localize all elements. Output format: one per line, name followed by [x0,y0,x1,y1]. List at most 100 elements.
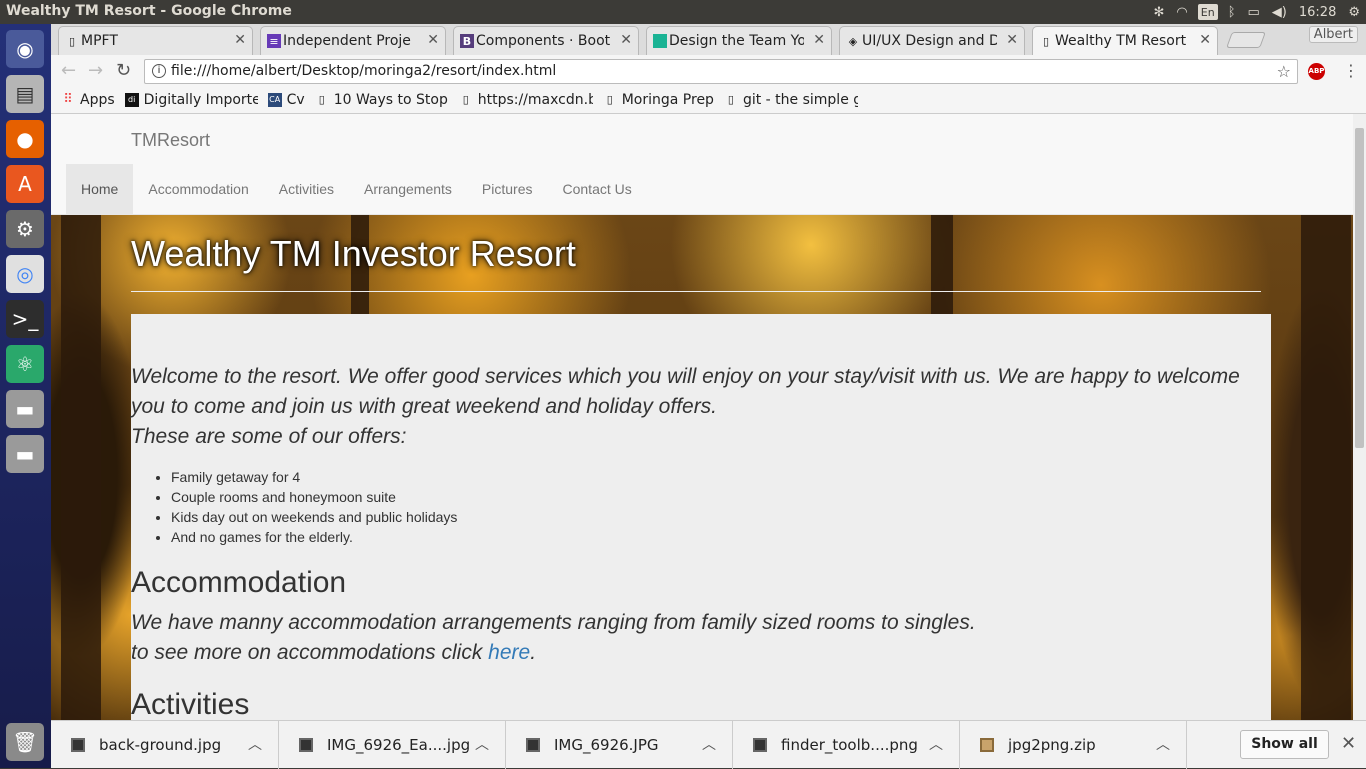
chevron-up-icon[interactable]: ︿ [929,734,943,754]
show-all-button[interactable]: Show all [1240,730,1329,759]
welcome-text: Welcome to the resort. We offer good ser… [131,362,1271,452]
divider [131,291,1261,292]
chevron-up-icon[interactable]: ︿ [1156,734,1170,754]
terminal-icon[interactable]: >_ [6,300,44,338]
bookmark-git-simple-guide[interactable]: ▯ git - the simple gu [724,92,858,108]
tab-label: Design the Team Yo [669,33,804,49]
chevron-up-icon[interactable]: ︿ [702,734,716,754]
bookmark-10-ways[interactable]: ▯ 10 Ways to Stop C [315,92,449,108]
battery-icon[interactable]: ▭ [1242,0,1266,24]
bookmark-label: Moringa Prep [621,92,714,108]
ca-icon: CA [267,93,282,107]
nav-contact-us[interactable]: Contact Us [548,164,647,215]
forward-arrow-icon[interactable]: → [88,60,103,81]
chevron-up-icon[interactable]: ︿ [475,734,489,754]
wifi-icon[interactable]: ◠ [1170,0,1193,24]
drive-icon[interactable]: ▬ [6,390,44,428]
site-brand[interactable]: TMResort [131,130,210,151]
download-item[interactable]: finder_toolb....png ︿ [733,721,960,769]
welcome-line-2: you to come and join us with great weeke… [131,395,718,418]
page-icon: ▯ [318,93,325,106]
bookmark-digitally-imported[interactable]: di Digitally Importe [124,92,258,108]
new-tab-button[interactable] [1226,32,1266,48]
bookmark-label: Cv [286,92,305,108]
codepen-icon: ◈ [848,34,858,48]
reload-icon[interactable]: ↻ [116,60,131,81]
tree-trunk [1301,215,1351,720]
content-panel: Welcome to the resort. We offer good ser… [131,314,1271,720]
bookmark-cv[interactable]: CA Cv [267,92,305,108]
bookmark-apps[interactable]: ⠿ Apps [61,92,114,108]
tab-label: Independent Proje [283,33,411,49]
adblock-plus-icon[interactable]: ABP [1308,63,1325,80]
settings-sync-icon[interactable]: ✻ [1148,0,1171,24]
clock[interactable]: 16:28 [1293,0,1342,24]
accommodation-heading: Accommodation [131,566,347,599]
close-icon[interactable]: ✕ [620,32,632,48]
tab-wealthy-tm-resort[interactable]: ▯ Wealthy TM Resort ✕ [1032,26,1218,55]
ubuntu-top-bar: Wealthy TM Resort - Google Chrome ✻ ◠ En… [0,0,1366,24]
autumn-forest-background: Wealthy TM Investor Resort Welcome to th… [51,215,1353,720]
tab-design-the-team[interactable]: Design the Team Yo ✕ [646,26,832,55]
close-icon[interactable]: ✕ [234,32,246,48]
scrollbar-thumb[interactable] [1355,128,1364,448]
bookmark-moringa-prep[interactable]: ▯ Moringa Prep [603,92,714,108]
drive-2-icon[interactable]: ▬ [6,435,44,473]
bookmarks-bar: ⠿ Apps di Digitally Importe CA Cv ▯ 10 W… [51,87,1366,114]
bluetooth-icon[interactable]: ᛒ [1222,0,1242,24]
close-icon[interactable]: ✕ [427,32,439,48]
accommodation-line-2: to see more on accommodations click here… [131,638,976,668]
bookmark-star-icon[interactable]: ☆ [1277,62,1291,81]
download-filename: back-ground.jpg [99,736,222,754]
keyboard-layout-indicator[interactable]: En [1197,4,1218,20]
chrome-menu-icon[interactable]: ⋮ [1343,61,1359,80]
chevron-up-icon[interactable]: ︿ [248,734,262,754]
download-item[interactable]: jpg2png.zip ︿ [960,721,1187,769]
address-bar[interactable]: i file:///home/albert/Desktop/moringa2/r… [144,59,1298,84]
software-center-icon[interactable]: A [6,165,44,203]
chrome-icon[interactable]: ◎ [6,255,44,293]
files-icon[interactable]: ▤ [6,75,44,113]
ubuntu-dash-icon[interactable]: ◉ [6,30,44,68]
download-item[interactable]: IMG_6926_Ea....jpg ︿ [279,721,506,769]
tab-strip: ▯ MPFT ✕ ≡ Independent Proje ✕ B Compone… [51,24,1366,55]
volume-icon[interactable]: ◀) [1266,0,1293,24]
atom-icon[interactable]: ⚛ [6,345,44,383]
profile-button[interactable]: Albert [1308,26,1358,43]
trash-icon[interactable]: 🗑 [6,723,44,761]
power-gear-icon[interactable]: ⚙ [1342,0,1366,24]
tab-bootstrap-components[interactable]: B Components · Boot ✕ [453,26,639,55]
nav-pictures[interactable]: Pictures [467,164,548,215]
nav-accommodation[interactable]: Accommodation [133,164,263,215]
download-item[interactable]: back-ground.jpg ︿ [51,721,279,769]
bookmark-maxcdn[interactable]: ▯ https://maxcdn.b [459,92,593,108]
close-icon[interactable]: ✕ [1006,32,1018,48]
download-filename: jpg2png.zip [1008,736,1096,754]
window-title: Wealthy TM Resort - Google Chrome [6,3,292,19]
tab-label: Wealthy TM Resort [1055,33,1187,49]
image-file-icon [526,738,540,752]
list-item: Kids day out on weekends and public holi… [171,507,457,527]
close-icon[interactable]: ✕ [1199,32,1211,48]
page-icon: ▯ [727,93,734,106]
tab-independent-project[interactable]: ≡ Independent Proje ✕ [260,26,446,55]
tree-trunk [931,215,953,315]
nav-home[interactable]: Home [66,164,134,215]
tab-uiux-design[interactable]: ◈ UI/UX Design and D ✕ [839,26,1025,55]
tree-trunk [61,215,101,720]
page-title: Wealthy TM Investor Resort [131,233,576,274]
page-scrollbar[interactable] [1353,114,1366,720]
nav-arrangements[interactable]: Arrangements [349,164,467,215]
info-icon[interactable]: i [152,64,166,78]
tab-mpft[interactable]: ▯ MPFT ✕ [58,26,253,55]
download-item[interactable]: IMG_6926.JPG ︿ [506,721,733,769]
tab-label: MPFT [81,33,118,49]
accommodation-here-link[interactable]: here [488,641,530,664]
back-arrow-icon[interactable]: ← [61,60,76,81]
system-settings-icon[interactable]: ⚙ [6,210,44,248]
firefox-icon[interactable]: ● [6,120,44,158]
close-icon[interactable]: ✕ [1341,733,1356,754]
close-icon[interactable]: ✕ [813,32,825,48]
nav-activities[interactable]: Activities [264,164,349,215]
tab-label: UI/UX Design and D [862,33,997,49]
